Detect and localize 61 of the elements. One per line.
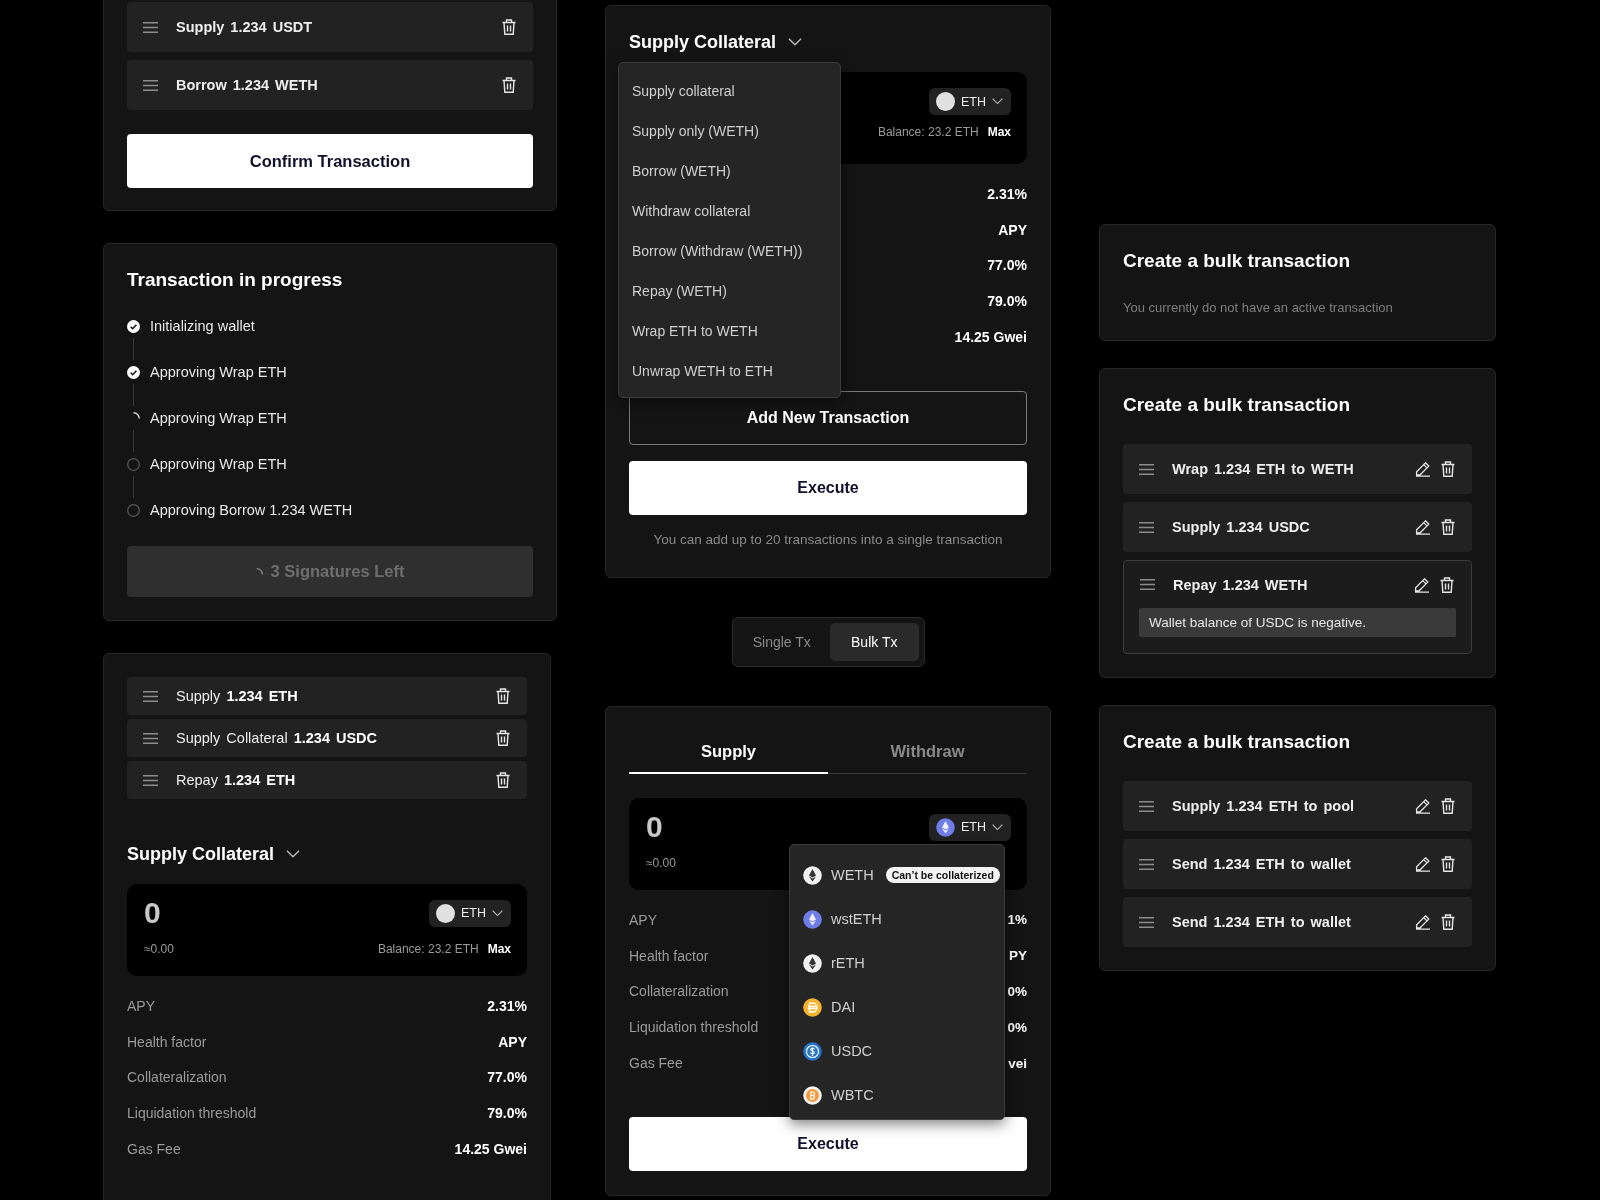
amount-value: 0: [646, 810, 663, 844]
stat-value: 2.31%: [987, 185, 1027, 202]
stat-label: Health factor: [629, 947, 709, 964]
token-name: DAI: [831, 999, 856, 1015]
stat-value: 0%: [1007, 984, 1027, 999]
stat-label: APY: [629, 911, 657, 928]
transaction-label: Supply 1.234 ETH: [176, 688, 299, 704]
step-label: Approving Wrap ETH: [150, 456, 287, 472]
stat-value: vei: [1008, 1055, 1027, 1071]
step-label: Approving Wrap ETH: [150, 364, 287, 380]
stat-label: Collateralization: [127, 1069, 227, 1086]
stat-value: 0%: [1007, 1019, 1027, 1035]
stat-label: Health factor: [127, 1033, 207, 1050]
fiat-value: ≈0.00: [646, 856, 676, 870]
token-name: WBTC: [831, 1087, 874, 1103]
stat-value: 77.0%: [487, 1069, 527, 1086]
stat-label: Gas Fee: [127, 1141, 181, 1158]
step-label: Approving Wrap ETH: [150, 410, 287, 426]
card-title: Transaction in progress: [127, 268, 344, 292]
stat-value: 79.0%: [987, 293, 1027, 310]
warning-label: Can’t be collaterized: [885, 867, 1000, 883]
token-name: wstETH: [831, 911, 882, 927]
fiat-value: ≈0.00: [144, 942, 174, 956]
transaction-label: Repay 1.234 ETH: [176, 772, 297, 788]
token-name: USDC: [831, 1043, 873, 1059]
card-title: Create a bulk transaction: [1123, 249, 1352, 273]
token-name: WETH: [831, 867, 874, 883]
amount-value: 0: [144, 896, 161, 930]
stat-label: APY: [127, 997, 155, 1014]
balance-label: Balance: 23.2 ETH: [877, 125, 979, 139]
error-message: Wallet balance of USDC is negative.: [1139, 608, 1456, 637]
stat-value: APY: [498, 1033, 527, 1050]
stat-value: 79.0%: [487, 1105, 527, 1122]
stat-value: 14.25 Gwei: [954, 329, 1027, 346]
transaction-label: Wrap 1.234 ETH to WETH: [1172, 461, 1355, 477]
step-label: Initializing wallet: [150, 318, 255, 334]
transaction-label: Borrow 1.234 WETH: [176, 77, 319, 93]
transaction-label: Send 1.234 ETH to wallet: [1172, 856, 1352, 872]
transaction-label: Supply Collateral 1.234 USDC: [176, 730, 379, 746]
transaction-label: Supply 1.234 ETH to pool: [1172, 798, 1356, 814]
card-title: Create a bulk transaction: [1123, 730, 1352, 754]
transaction-label: Send 1.234 ETH to wallet: [1172, 914, 1352, 930]
transaction-label: Supply 1.234 USDT: [176, 19, 314, 35]
stat-label: Gas Fee: [629, 1055, 683, 1072]
transaction-label: Supply 1.234 USDC: [1172, 519, 1311, 535]
stat-value: 1%: [1007, 912, 1027, 928]
stat-label: Liquidation threshold: [629, 1019, 759, 1036]
stat-label: Collateralization: [629, 983, 729, 1000]
balance-label: Balance: 23.2 ETH: [377, 942, 479, 956]
stat-value: 14.25 Gwei: [454, 1141, 527, 1158]
stat-value: APY: [998, 221, 1027, 238]
stat-value: PY: [1009, 948, 1027, 964]
step-label: Approving Borrow 1.234 WETH: [150, 502, 353, 518]
empty-state-text: You currently do not have an active transaction: [1123, 300, 1394, 315]
token-name: rETH: [831, 955, 865, 971]
stat-value: 2.31%: [487, 997, 527, 1014]
helper-text: You can add up to 20 transactions into a single transaction: [652, 532, 1004, 547]
stat-label: Liquidation threshold: [127, 1105, 257, 1122]
transaction-label: Repay 1.234 WETH: [1173, 576, 1309, 593]
card-title: Create a bulk transaction: [1123, 393, 1352, 417]
stat-value: 77.0%: [987, 257, 1027, 274]
